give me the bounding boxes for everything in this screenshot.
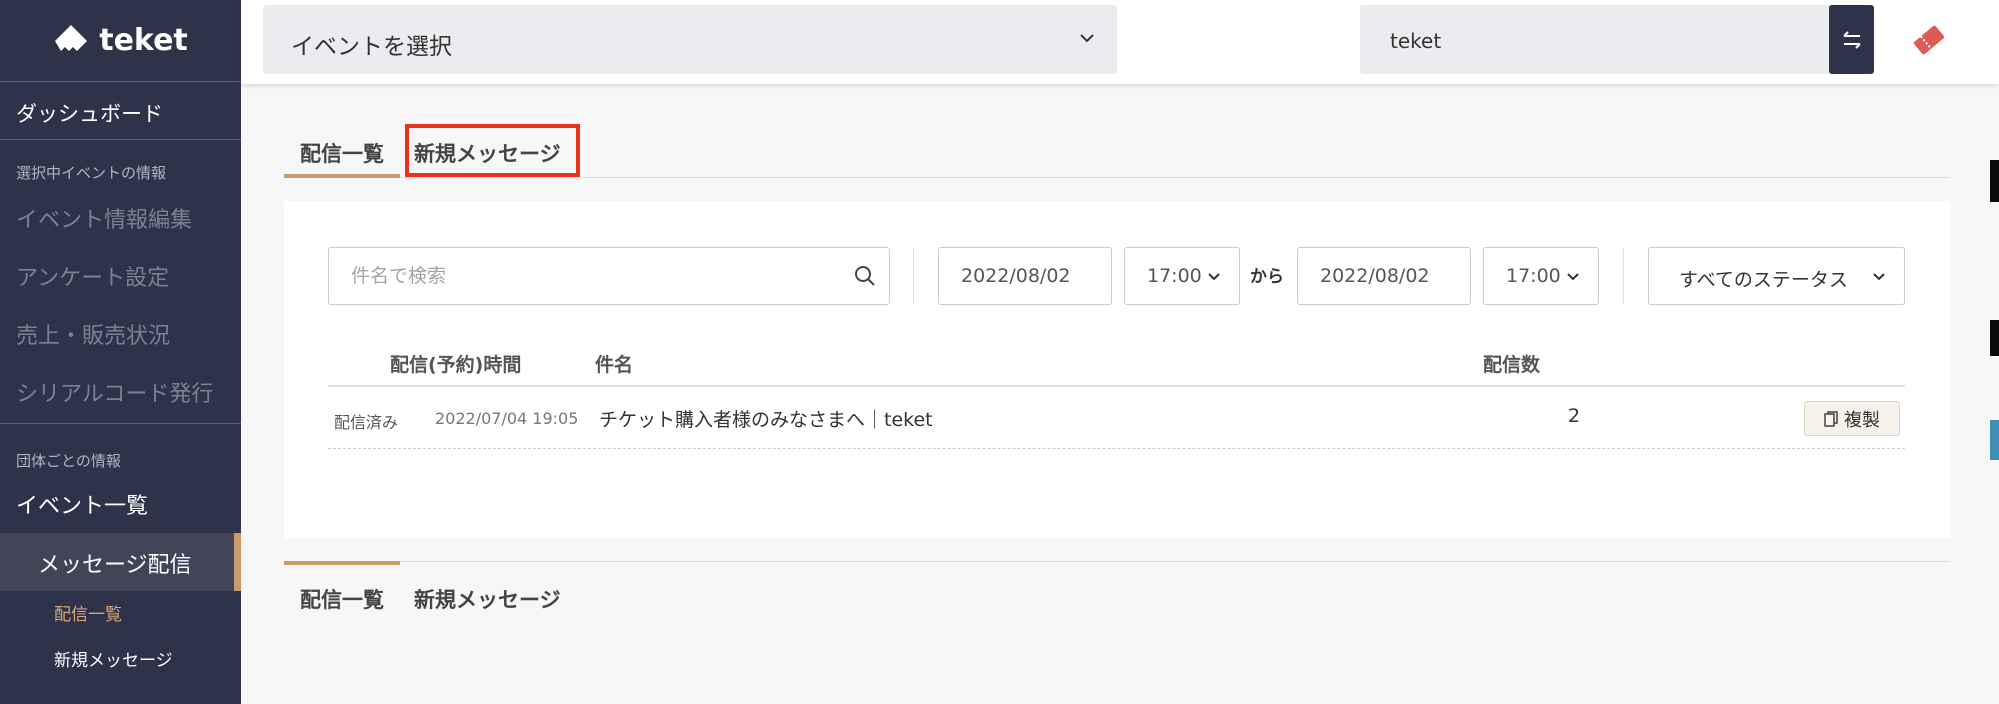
search-icon[interactable] bbox=[853, 264, 877, 288]
edge-artifact bbox=[1990, 420, 1999, 460]
edge-artifact bbox=[1990, 160, 1999, 202]
chevron-down-icon bbox=[1567, 273, 1579, 281]
tab-delivery-list[interactable]: 配信一覧 bbox=[300, 138, 384, 168]
duplicate-label: 複製 bbox=[1844, 409, 1880, 431]
status-filter-select[interactable]: すべてのステータス bbox=[1648, 247, 1905, 305]
divider bbox=[1623, 247, 1624, 305]
divider bbox=[913, 247, 914, 305]
logo-text: teket bbox=[99, 23, 188, 58]
column-header-subject: 件名 bbox=[595, 354, 634, 376]
date-to-value: 2022/08/02 bbox=[1320, 265, 1430, 287]
sidebar-item-serial-code[interactable]: シリアルコード発行 bbox=[0, 376, 241, 424]
section-label: 選択中イベントの情報 bbox=[16, 164, 167, 182]
sidebar-subitem-delivery-list[interactable]: 配信一覧 bbox=[0, 600, 241, 630]
chevron-down-icon bbox=[1080, 34, 1094, 43]
sidebar-item-label: イベント一覧 bbox=[16, 494, 149, 519]
message-list-card: 2022/08/02 17:00 から 2022/08/02 17:00 すべて… bbox=[284, 201, 1950, 538]
chevron-down-icon bbox=[1873, 273, 1885, 281]
switch-organization-button[interactable] bbox=[1829, 5, 1874, 74]
sidebar-item-label: 新規メッセージ bbox=[54, 651, 173, 671]
sidebar-section-org-info: 団体ごとの情報 bbox=[0, 450, 241, 474]
edge-artifact bbox=[1990, 320, 1999, 356]
time-from-value: 17:00 bbox=[1147, 265, 1202, 287]
organization-name: teket bbox=[1390, 29, 1442, 53]
active-tab-indicator bbox=[284, 561, 400, 565]
row-count: 2 bbox=[1568, 405, 1581, 427]
time-to-select[interactable]: 17:00 bbox=[1483, 247, 1599, 305]
status-filter-value: すべてのステータス bbox=[1679, 269, 1848, 291]
row-time: 2022/07/04 19:05 bbox=[435, 409, 579, 428]
search-box bbox=[328, 247, 890, 305]
event-select-dropdown[interactable]: イベントを選択 bbox=[263, 5, 1117, 74]
row-subject[interactable]: チケット購入者様のみなさまへ｜teket bbox=[599, 405, 933, 432]
table-row[interactable]: 配信済み 2022/07/04 19:05 チケット購入者様のみなさまへ｜tek… bbox=[328, 387, 1905, 449]
search-input[interactable] bbox=[329, 248, 889, 304]
sidebar-subitem-new-message[interactable]: 新規メッセージ bbox=[0, 646, 241, 676]
event-select-label: イベントを選択 bbox=[291, 34, 452, 60]
date-from-value: 2022/08/02 bbox=[961, 265, 1071, 287]
ticket-icon[interactable] bbox=[1909, 20, 1949, 60]
tabs-bottom: 配信一覧 新規メッセージ bbox=[284, 561, 1950, 619]
sidebar-item-sales[interactable]: 売上・販売状況 bbox=[0, 318, 241, 358]
sidebar: teket ダッシュボード 選択中イベントの情報 イベント情報編集 アンケート設… bbox=[0, 0, 241, 704]
tab-new-message[interactable]: 新規メッセージ bbox=[414, 584, 561, 614]
sidebar-item-message-delivery[interactable]: メッセージ配信 bbox=[0, 533, 241, 591]
chevron-down-icon bbox=[1208, 273, 1220, 281]
top-bar: イベントを選択 teket bbox=[241, 0, 1999, 84]
sidebar-item-label: シリアルコード発行 bbox=[16, 382, 214, 407]
sidebar-item-label: ダッシュボード bbox=[16, 102, 163, 126]
sidebar-item-label: メッセージ配信 bbox=[38, 553, 192, 578]
sidebar-item-event-edit[interactable]: イベント情報編集 bbox=[0, 202, 241, 242]
sidebar-item-survey[interactable]: アンケート設定 bbox=[0, 260, 241, 300]
time-to-value: 17:00 bbox=[1506, 265, 1561, 287]
highlight-box bbox=[405, 124, 580, 177]
sidebar-item-event-list[interactable]: イベント一覧 bbox=[0, 488, 241, 528]
logo[interactable]: teket bbox=[0, 0, 241, 82]
duplicate-button[interactable]: 複製 bbox=[1804, 401, 1900, 436]
date-from-input[interactable]: 2022/08/02 bbox=[938, 247, 1112, 305]
row-status: 配信済み bbox=[334, 413, 399, 432]
sidebar-item-dashboard[interactable]: ダッシュボード bbox=[0, 82, 241, 140]
section-label: 団体ごとの情報 bbox=[16, 452, 121, 470]
sidebar-item-label: 配信一覧 bbox=[54, 605, 122, 625]
active-tab-indicator bbox=[284, 174, 400, 178]
column-header-count: 配信数 bbox=[1483, 354, 1541, 376]
organization-name-field: teket bbox=[1360, 5, 1851, 74]
sidebar-item-label: 売上・販売状況 bbox=[16, 324, 171, 349]
sidebar-item-label: アンケート設定 bbox=[16, 266, 170, 291]
tab-delivery-list[interactable]: 配信一覧 bbox=[300, 584, 384, 614]
time-from-select[interactable]: 17:00 bbox=[1124, 247, 1240, 305]
sidebar-section-event-info: 選択中イベントの情報 bbox=[0, 162, 241, 186]
teket-logo-icon bbox=[55, 24, 88, 51]
sidebar-item-label: イベント情報編集 bbox=[16, 208, 193, 233]
date-to-input[interactable]: 2022/08/02 bbox=[1297, 247, 1471, 305]
column-header-time: 配信(予約)時間 bbox=[390, 354, 522, 376]
range-separator: から bbox=[1250, 267, 1284, 287]
swap-arrows-icon bbox=[1842, 30, 1861, 49]
copy-icon bbox=[1824, 410, 1838, 427]
